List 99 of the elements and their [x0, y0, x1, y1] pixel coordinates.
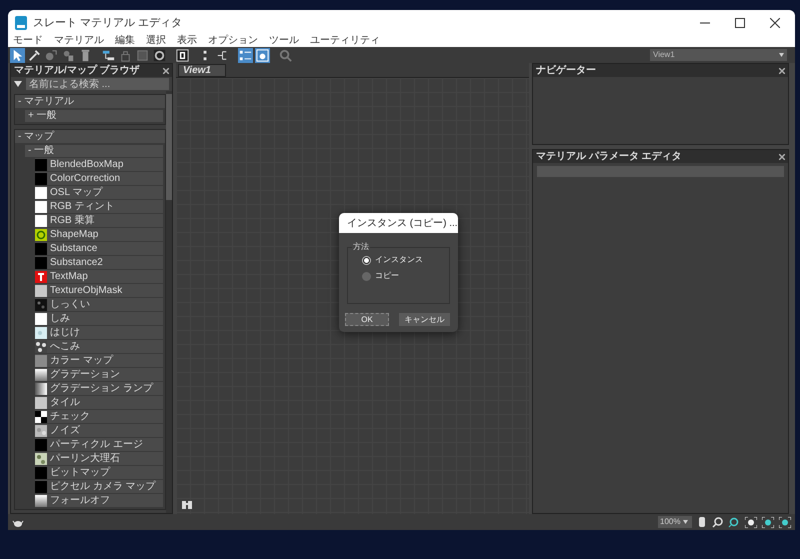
map-swatch-icon: [35, 326, 47, 338]
radio-label: コピー: [375, 270, 399, 282]
group-header[interactable]: + 一般: [25, 110, 163, 122]
section-header[interactable]: - マップ: [15, 130, 165, 143]
map-swatch-icon: [35, 438, 47, 450]
map-list-item[interactable]: カラー マップ: [35, 354, 163, 367]
panel-title: ナビゲーター: [536, 64, 597, 78]
menu-item[interactable]: マテリアル: [54, 36, 104, 46]
map-list-item[interactable]: ShapeMap: [35, 228, 163, 241]
section-header[interactable]: - マテリアル: [15, 95, 165, 108]
panel-title: マテリアル/マップ ブラウザ: [14, 64, 141, 78]
close-icon[interactable]: [779, 154, 785, 160]
map-swatch-icon: [35, 396, 47, 408]
map-swatch-icon: [35, 466, 47, 478]
map-swatch-icon: [35, 340, 47, 352]
pointer-tool-icon[interactable]: [10, 48, 25, 62]
view-select[interactable]: View1: [650, 49, 787, 61]
map-swatch-icon: [35, 424, 47, 436]
map-list-item[interactable]: タイル: [35, 396, 163, 409]
map-swatch-icon: [35, 368, 47, 380]
map-list-item[interactable]: チェック: [35, 410, 163, 423]
menu-item[interactable]: 表示: [177, 36, 197, 46]
map-swatch-icon: [35, 410, 47, 422]
map-list-item[interactable]: ピクセル カメラ マップ: [35, 480, 163, 493]
map-list-item[interactable]: フォールオフ: [35, 494, 163, 507]
menu-item[interactable]: ツール: [269, 36, 299, 46]
zoom-extents-icon[interactable]: [779, 516, 791, 528]
scrollbar-thumb[interactable]: [166, 94, 172, 200]
dropper-tool-icon[interactable]: [27, 48, 42, 62]
map-swatch-icon: [35, 200, 47, 212]
dialog-title: インスタンス (コピー) ...: [347, 216, 458, 230]
map-list-item[interactable]: TextureObjMask: [35, 284, 163, 297]
zoom-region-icon[interactable]: [728, 516, 740, 528]
map-list-item[interactable]: へこみ: [35, 340, 163, 353]
search-field[interactable]: 名前による検索 ...: [26, 78, 169, 90]
radio-button[interactable]: [362, 272, 371, 280]
zoom-extents-icon[interactable]: [745, 516, 757, 528]
group-header[interactable]: - 一般: [25, 145, 163, 157]
map-swatch-icon: [35, 452, 47, 464]
dropdown-arrow-icon: [683, 520, 688, 524]
list-tool-icon[interactable]: [238, 48, 253, 62]
map-swatch-icon: [35, 354, 47, 366]
map-swatch-icon: [35, 312, 47, 324]
map-swatch-icon: [35, 494, 47, 506]
menu-item[interactable]: モード: [13, 36, 43, 46]
map-swatch-icon: [35, 172, 47, 184]
map-list-item[interactable]: OSL マップ: [35, 186, 163, 199]
map-list-item[interactable]: グラデーション: [35, 368, 163, 381]
radio-label: インスタンス: [375, 254, 423, 266]
collapse-arrow-icon[interactable]: [14, 81, 22, 87]
map-list-item[interactable]: RGB 乗算: [35, 214, 163, 227]
window-title: スレート マテリアル エディタ: [33, 16, 182, 31]
map-swatch-icon: [35, 214, 47, 226]
dialog-button[interactable]: キャンセル: [399, 313, 450, 326]
close-icon[interactable]: [779, 68, 785, 74]
map-list-item[interactable]: はじけ: [35, 326, 163, 339]
map-swatch-icon: [35, 256, 47, 268]
map-list-item[interactable]: RGB ティント: [35, 200, 163, 213]
map-list-item[interactable]: BlendedBoxMap: [35, 158, 163, 171]
search-icon[interactable]: [712, 516, 723, 528]
map-list-item[interactable]: しみ: [35, 312, 163, 325]
zoom-extents-icon[interactable]: [762, 516, 774, 528]
node-canvas[interactable]: インスタンス (コピー) ... 方法 インスタンス コピー OK キャンセル: [176, 78, 529, 514]
dialog-button[interactable]: OK: [345, 313, 389, 326]
map-list-item[interactable]: ColorCorrection: [35, 172, 163, 185]
zoom-select[interactable]: 100%: [658, 516, 692, 528]
map-swatch-icon: [35, 228, 47, 240]
radio-button[interactable]: [362, 256, 371, 264]
menu-item[interactable]: 選択: [146, 36, 166, 46]
map-swatch-icon: [35, 242, 47, 254]
app-icon: [15, 16, 27, 30]
map-list-item[interactable]: グラデーション ランプ: [35, 382, 163, 395]
view-tab[interactable]: View1: [178, 64, 226, 77]
maximize-icon[interactable]: [735, 18, 745, 28]
map-list-item[interactable]: しっくい: [35, 298, 163, 311]
map-swatch-icon: [35, 480, 47, 492]
map-list-item[interactable]: パーリン大理石: [35, 452, 163, 465]
preview-tool-icon[interactable]: [255, 48, 270, 62]
map-list-item[interactable]: Substance2: [35, 256, 163, 269]
map-swatch-icon: [35, 284, 47, 296]
close-icon[interactable]: [770, 18, 780, 28]
sphere-tool-icon[interactable]: [152, 48, 167, 62]
map-list-item[interactable]: パーティクル エージ: [35, 438, 163, 451]
map-list-item[interactable]: Substance: [35, 242, 163, 255]
close-icon[interactable]: [163, 68, 169, 74]
map-swatch-icon: [35, 186, 47, 198]
menu-item[interactable]: オプション: [208, 36, 258, 46]
menu-item[interactable]: ユーティリティ: [310, 36, 380, 46]
dropdown-arrow-icon: [779, 53, 784, 57]
map-list-item[interactable]: TextMap: [35, 270, 163, 283]
map-swatch-icon: [35, 270, 47, 282]
map-swatch-icon: [35, 298, 47, 310]
menu-item[interactable]: 編集: [115, 36, 135, 46]
map-swatch-icon: [35, 382, 47, 394]
group-label: 方法: [352, 241, 370, 253]
map-list-item[interactable]: ノイズ: [35, 424, 163, 437]
panel-title: マテリアル パラメータ エディタ: [536, 150, 683, 164]
map-list-item[interactable]: ビットマップ: [35, 466, 163, 479]
map-swatch-icon: [35, 158, 47, 170]
